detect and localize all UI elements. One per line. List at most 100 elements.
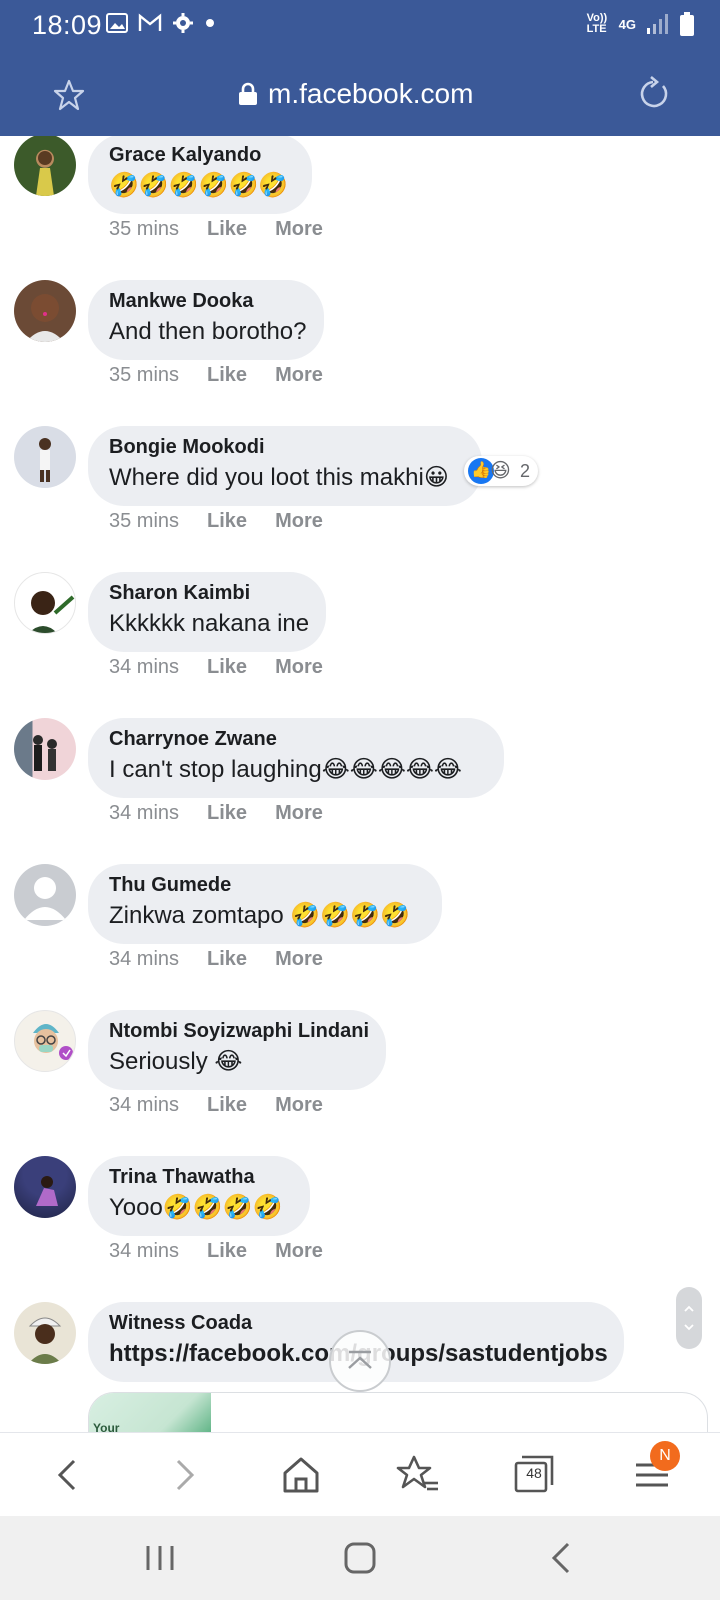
comment-actions: 34 mins Like More [109,944,323,974]
like-button[interactable]: Like [207,802,247,825]
url-bar: m.facebook.com [0,66,720,126]
more-button[interactable]: More [275,510,323,533]
comment-bubble[interactable]: Trina Thawatha Yooo🤣🤣🤣🤣 [88,1156,310,1236]
default-avatar[interactable] [14,864,76,926]
comment-list[interactable]: Grace Kalyando 🤣🤣🤣🤣🤣🤣 35 mins Like More … [0,136,720,1432]
comment-actions: 34 mins Like More [109,652,323,682]
url-text: m.facebook.com [268,78,474,109]
settings-icon [173,13,193,33]
comment-text: Kkkkkk nakana ine [109,610,310,637]
like-button[interactable]: Like [207,948,247,971]
comment-actions: 34 mins Like More [109,1236,323,1266]
like-button[interactable]: Like [207,364,247,387]
bookmarks-icon[interactable] [394,1451,442,1499]
menu-badge: N [650,1441,680,1471]
comment-text: Seriously 😂 [109,1048,243,1075]
more-button[interactable]: More [275,218,323,241]
more-button[interactable]: More [275,1094,323,1117]
comment-time[interactable]: 34 mins [109,656,179,679]
comment-time[interactable]: 34 mins [109,948,179,971]
signal-icon [647,14,668,34]
comment-time[interactable]: 35 mins [109,364,179,387]
status-system-icons: Vo)) LTE 4G [587,12,694,36]
commenter-name[interactable]: Charrynoe Zwane [109,726,483,752]
screen: 18:09 Vo)) LTE 4G m.facebook.com Grace K… [0,0,720,1600]
comment-bubble[interactable]: Bongie Mookodi Where did you loot this m… [88,426,482,506]
commenter-name[interactable]: Mankwe Dooka [109,288,303,314]
comment-bubble[interactable]: Grace Kalyando 🤣🤣🤣🤣🤣🤣 [88,136,312,214]
avatar[interactable] [14,136,76,196]
comment-text: Zinkwa zomtapo 🤣🤣🤣🤣 [109,902,410,929]
system-back-icon[interactable] [544,1538,580,1578]
commenter-name[interactable]: Thu Gumede [109,872,421,898]
tab-count: 48 [526,1465,542,1481]
avatar[interactable] [14,1010,76,1072]
comment-text: Yooo🤣🤣🤣🤣 [109,1194,283,1221]
like-button[interactable]: Like [207,1240,247,1263]
comment-bubble[interactable]: Thu Gumede Zinkwa zomtapo 🤣🤣🤣🤣 [88,864,442,944]
comment-time[interactable]: 35 mins [109,510,179,533]
comment-time[interactable]: 34 mins [109,802,179,825]
avatar[interactable] [14,280,76,342]
comment-actions: 35 mins Like More [109,214,323,244]
bookmark-star-icon[interactable] [52,78,86,112]
scroll-to-top-button[interactable] [329,1330,391,1392]
like-button[interactable]: Like [207,656,247,679]
lock-icon [239,82,257,105]
comment-bubble[interactable]: Sharon Kaimbi Kkkkkk nakana ine [88,572,326,652]
chevron-up-icon [348,1350,372,1369]
more-button[interactable]: More [275,948,323,971]
more-button[interactable]: More [275,802,323,825]
scroll-arrows-icon [684,1305,694,1331]
comment-text: I can't stop laughing😂😂😂😂😂 [109,756,462,783]
scrollbar-handle[interactable] [676,1287,702,1349]
comment-time[interactable]: 34 mins [109,1094,179,1117]
avatar[interactable] [14,426,76,488]
url-field[interactable]: m.facebook.com [238,78,473,110]
dot-icon [206,19,214,27]
home-icon[interactable] [277,1451,325,1499]
like-button[interactable]: Like [207,1094,247,1117]
comment-actions: 34 mins Like More [109,1090,323,1120]
commenter-name[interactable]: Grace Kalyando [109,142,291,168]
commenter-name[interactable]: Bongie Mookodi [109,434,461,460]
back-arrow-icon[interactable] [44,1451,92,1499]
image-icon [106,13,128,33]
more-button[interactable]: More [275,1240,323,1263]
menu-badge-label: N [659,1447,671,1464]
comment-text: 🤣🤣🤣🤣🤣🤣 [109,172,289,199]
reload-icon[interactable] [636,76,670,112]
avatar[interactable] [14,718,76,780]
system-nav-bar [0,1516,720,1600]
like-button[interactable]: Like [207,218,247,241]
4g-icon: 4G [618,16,636,32]
commenter-name[interactable]: Trina Thawatha [109,1164,289,1190]
gmail-icon [138,13,162,31]
comment-bubble[interactable]: Ntombi Soyizwaphi Lindani Seriously 😂 [88,1010,386,1090]
avatar[interactable] [14,572,76,634]
reaction-summary[interactable]: 👍 😆 2 [464,456,539,486]
avatar[interactable] [14,1156,76,1218]
commenter-name[interactable]: Ntombi Soyizwaphi Lindani [109,1018,369,1044]
like-button[interactable]: Like [207,510,247,533]
volte-icon: Vo)) LTE [586,12,608,35]
reaction-count: 2 [520,460,531,481]
comment-bubble[interactable]: Charrynoe Zwane I can't stop laughing😂😂😂… [88,718,504,798]
comment-time[interactable]: 35 mins [109,218,179,241]
recent-apps-icon[interactable] [140,1540,180,1576]
laugh-icon: 😆 [490,460,511,482]
commenter-name[interactable]: Sharon Kaimbi [109,580,305,606]
comment-actions: 34 mins Like More [109,798,323,828]
status-notification-icons [106,12,216,34]
comment-bubble[interactable]: Mankwe Dooka And then borotho? [88,280,324,360]
more-button[interactable]: More [275,364,323,387]
more-button[interactable]: More [275,656,323,679]
comment-time[interactable]: 34 mins [109,1240,179,1263]
home-button-icon[interactable] [340,1538,380,1578]
comment-text: Where did you loot this makhi😀 [109,464,449,491]
forward-arrow-icon[interactable] [160,1451,208,1499]
comment-actions: 35 mins Like More [109,360,323,390]
top-bar: 18:09 Vo)) LTE 4G m.facebook.com [0,0,720,136]
status-time: 18:09 [32,10,103,40]
avatar[interactable] [14,1302,76,1364]
